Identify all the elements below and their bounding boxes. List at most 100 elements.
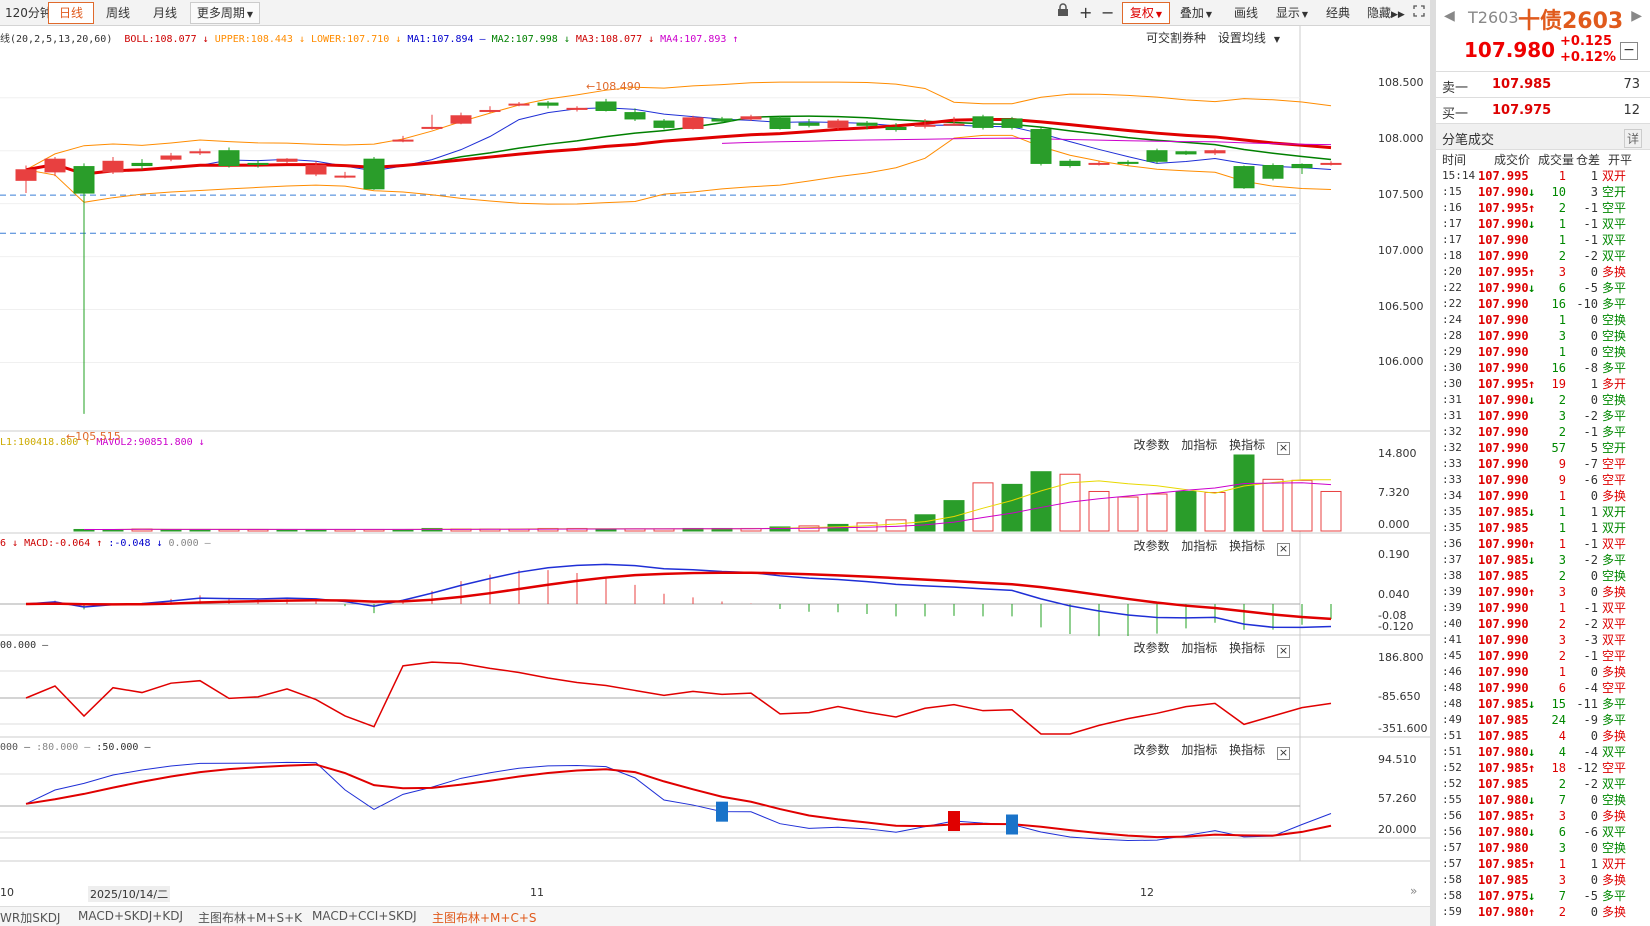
classic-button[interactable]: 经典 — [1320, 2, 1356, 24]
tick-row: :48 107.990 6 -4 空平 — [1436, 680, 1650, 696]
add-indicator-button[interactable]: 加指标 — [1181, 539, 1217, 553]
tick-direction-icon: ↑ — [1528, 377, 1536, 391]
tick-oi-change: -1 — [1583, 649, 1598, 663]
tick-time: :24 — [1442, 313, 1462, 326]
add-indicator-button[interactable]: 加指标 — [1181, 438, 1217, 452]
tick-price: 107.975 — [1478, 889, 1529, 903]
tick-price: 107.990 — [1478, 233, 1529, 247]
tick-price: 107.990 — [1478, 281, 1529, 295]
zoom-out-icon[interactable]: − — [1096, 2, 1116, 24]
edit-params-button[interactable]: 改参数 — [1133, 743, 1169, 757]
tick-direction-icon: ↑ — [1528, 537, 1536, 551]
tick-volume: 2 — [1558, 249, 1566, 263]
candle-body — [276, 158, 298, 162]
edit-params-button[interactable]: 改参数 — [1133, 539, 1169, 553]
period-more-dropdown[interactable]: 更多周期 ▼ — [190, 2, 260, 24]
tick-price: 107.985 — [1478, 857, 1529, 871]
add-indicator-button[interactable]: 加指标 — [1181, 641, 1217, 655]
tick-type: 空换 — [1602, 329, 1627, 343]
macd-legend-item: 6 ↓ — [0, 538, 19, 549]
prev-contract-icon[interactable]: ◀ — [1444, 8, 1455, 24]
tick-volume: 2 — [1558, 777, 1566, 791]
period-weekly[interactable]: 周线 — [96, 2, 140, 24]
tick-row: :30 107.995 ↑ 19 1 多开 — [1436, 376, 1650, 392]
candle-body — [1262, 165, 1284, 179]
tick-price: 107.985 — [1478, 809, 1529, 823]
tick-oi-change: 0 — [1590, 569, 1598, 583]
add-indicator-button[interactable]: 加指标 — [1181, 743, 1217, 757]
set-ma-button[interactable]: 设置均线 — [1218, 31, 1266, 45]
tick-type: 双平 — [1602, 217, 1627, 231]
edit-params-button[interactable]: 改参数 — [1133, 438, 1169, 452]
tab-boll-m-c-s[interactable]: 主图布林+M+C+S — [432, 909, 537, 926]
deliverable-bonds-button[interactable]: 可交割券种 — [1146, 31, 1206, 45]
tick-oi-change: -1 — [1583, 537, 1598, 551]
date-cursor-label: 2025/10/14/二 — [88, 886, 171, 902]
low-price-value: 105.515 — [75, 430, 121, 443]
tick-direction-icon: ↑ — [1528, 265, 1536, 279]
chevron-down-icon: ▼ — [1205, 10, 1213, 19]
switch-indicator-button[interactable]: 换指标 — [1229, 641, 1265, 655]
tab-wr-skdj[interactable]: WR加SKDJ — [0, 909, 60, 926]
switch-indicator-button[interactable]: 换指标 — [1229, 743, 1265, 757]
kline-chart-svg[interactable] — [0, 26, 1430, 906]
tab-macd-skdj-kdj[interactable]: MACD+SKDJ+KDJ — [78, 909, 183, 923]
tick-type: 双开 — [1602, 521, 1627, 535]
candle-body — [972, 116, 994, 128]
hide-button[interactable]: 隐藏▶▶ — [1362, 2, 1406, 24]
tick-oi-change: -2 — [1583, 409, 1598, 423]
period-daily[interactable]: 日线 — [48, 2, 94, 24]
tick-time: :51 — [1442, 745, 1462, 758]
close-icon[interactable]: × — [1277, 747, 1290, 760]
close-icon[interactable]: × — [1277, 543, 1290, 556]
tick-type: 双平 — [1602, 617, 1627, 631]
display-dropdown[interactable]: 显示 ▼ — [1270, 2, 1314, 24]
period-120min[interactable]: 120分钟 — [0, 2, 52, 24]
switch-indicator-button[interactable]: 换指标 — [1229, 438, 1265, 452]
tab-boll-m-s-k[interactable]: 主图布林+M+S+K — [198, 909, 302, 926]
col-oi-change: 仓差 — [1576, 153, 1601, 167]
lock-icon[interactable] — [1052, 2, 1072, 24]
tick-price: 107.995 — [1478, 265, 1529, 279]
edit-params-button[interactable]: 改参数 — [1133, 641, 1169, 655]
tick-row: :18 107.990 2 -2 双平 — [1436, 248, 1650, 264]
tick-row: :17 107.990 1 -1 双平 — [1436, 232, 1650, 248]
tick-time: :46 — [1442, 665, 1462, 678]
candle-body — [914, 124, 936, 127]
tab-macd-cci-skdj[interactable]: MACD+CCI+SKDJ — [312, 909, 417, 923]
ask-price: 107.985 — [1492, 77, 1552, 92]
scroll-right-icon[interactable]: » — [1410, 884, 1417, 898]
candle-body — [1233, 166, 1255, 189]
ticks-detail-button[interactable]: 详 — [1623, 129, 1642, 148]
collapse-button[interactable]: − — [1620, 42, 1638, 60]
tick-oi-change: 3 — [1590, 185, 1598, 199]
kline-chart-area[interactable]: 线(20,2,5,13,20,60) BOLL:108.077 ↓ UPPER:1… — [0, 26, 1430, 906]
switch-indicator-button[interactable]: 换指标 — [1229, 539, 1265, 553]
tick-volume: 1 — [1558, 505, 1566, 519]
tick-price: 107.985 — [1478, 505, 1529, 519]
tick-row: :49 107.985 24 -9 多平 — [1436, 712, 1650, 728]
tick-price: 107.985 — [1478, 697, 1529, 711]
fullscreen-icon[interactable] — [1408, 2, 1428, 24]
ticks-list[interactable]: 15:14 107.995 1 1 双开:15 107.990 ↓ 10 3 空开:16 107.9… — [1436, 168, 1650, 920]
draw-line-button[interactable]: 画线 — [1228, 2, 1264, 24]
tick-type: 多平 — [1602, 409, 1627, 423]
tick-type: 双平 — [1602, 745, 1627, 759]
vol-axis-label: 7.320 — [1378, 486, 1410, 499]
close-icon[interactable]: × — [1277, 645, 1290, 658]
tick-volume: 10 — [1551, 185, 1566, 199]
candle-body — [334, 175, 356, 178]
tick-volume: 3 — [1558, 873, 1566, 887]
overlay-dropdown[interactable]: 叠加 ▼ — [1174, 2, 1218, 24]
close-icon[interactable]: × — [1277, 442, 1290, 455]
next-contract-icon[interactable]: ▶ — [1631, 8, 1642, 24]
tick-time: :39 — [1442, 601, 1462, 614]
zoom-in-icon[interactable]: + — [1074, 2, 1094, 24]
candle-body — [740, 116, 762, 120]
tick-time: :28 — [1442, 329, 1462, 342]
tick-oi-change: 0 — [1590, 313, 1598, 327]
adjust-dropdown[interactable]: 复权 ▼ — [1122, 2, 1170, 24]
period-monthly[interactable]: 月线 — [143, 2, 187, 24]
tick-time: :16 — [1442, 201, 1462, 214]
ask-row: 卖一 107.985 73 — [1436, 72, 1650, 98]
